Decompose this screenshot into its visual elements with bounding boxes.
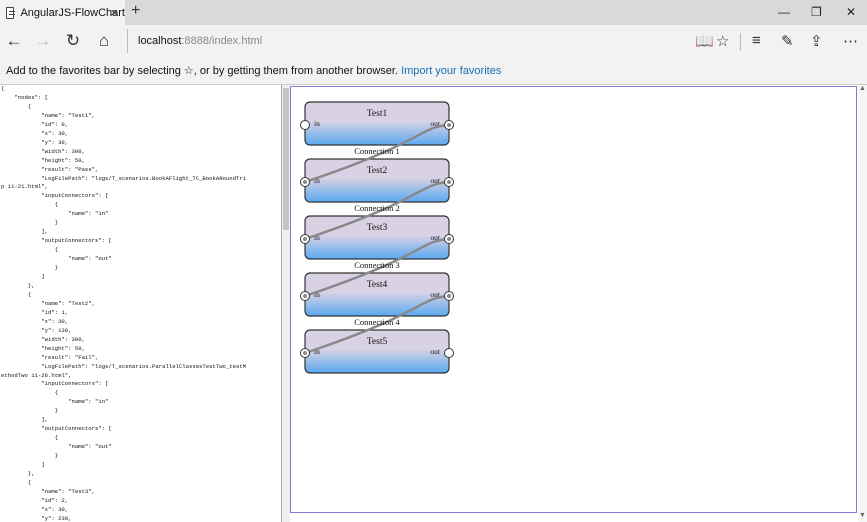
node-title: Test1 <box>367 109 388 119</box>
tab-strip: AngularJS-FlowChart × + — ❐ ✕ <box>0 0 867 25</box>
output-connector-dot <box>447 237 451 241</box>
input-connector-dot <box>303 294 307 298</box>
address-path: :8888/index.html <box>181 35 263 47</box>
favorites-bar: Add to the favorites bar by selecting ☆,… <box>0 58 867 85</box>
page-icon <box>6 6 16 19</box>
output-connector-dot <box>447 123 451 127</box>
flowchart-node[interactable]: Test2in out <box>304 158 450 203</box>
flowchart-svg: Test1 in out Test2in out Test3in out Test4in out… <box>300 101 454 374</box>
input-label: in <box>314 119 320 128</box>
node-title: Test5 <box>367 337 388 347</box>
flowchart-node[interactable]: Test4in out <box>304 272 450 317</box>
json-text: { "nodes": [ { "name": "Test1", "id": 0,… <box>1 85 247 522</box>
flowchart-node[interactable]: Test1in out <box>304 101 450 146</box>
tab-title: AngularJS-FlowChart <box>20 6 125 19</box>
connection-label: Connection 1 <box>354 146 400 156</box>
json-editor[interactable]: { "nodes": [ { "name": "Test1", "id": 0,… <box>0 85 282 522</box>
web-note-icon[interactable]: ✎ <box>781 32 794 50</box>
input-connector-dot <box>303 237 307 241</box>
json-scrollbar[interactable] <box>282 85 290 522</box>
node-title: Test4 <box>367 280 388 290</box>
flowchart-node[interactable]: Test5in out <box>304 329 450 374</box>
scroll-down-icon[interactable]: ▼ <box>859 512 866 519</box>
browser-tab[interactable]: AngularJS-FlowChart × <box>0 0 125 25</box>
output-connector-dot <box>447 180 451 184</box>
toolbar-divider <box>740 33 741 51</box>
favorites-message: Add to the favorites bar by selecting ☆,… <box>6 65 399 77</box>
more-icon[interactable]: ⋯ <box>843 32 858 50</box>
address-host: localhost <box>138 35 182 47</box>
close-window-button[interactable]: ✕ <box>846 5 856 19</box>
flowchart-canvas[interactable]: Test1 in out Test2 in out Test3 in out Test4 in out… <box>290 86 857 513</box>
nodes-layer: Test1 in out Test2in out Test3in out Test4in out… <box>304 101 450 374</box>
input-connector[interactable] <box>300 120 310 130</box>
import-favorites-link[interactable]: Import your favorites <box>401 65 501 77</box>
reading-view-icon[interactable]: 📖 <box>695 32 714 50</box>
node-title: Test2 <box>367 166 388 176</box>
flowchart-node[interactable]: Test3in out <box>304 215 450 260</box>
address-field[interactable]: localhost:8888/index.html <box>127 29 687 53</box>
navigation-bar: ← → ↻ ⌂ localhost:8888/index.html 📖 ☆ ≡ … <box>0 25 867 58</box>
connection-label: Connection 4 <box>354 317 400 327</box>
page-scrollbar[interactable]: ▲ ▼ <box>858 85 867 522</box>
new-tab-button[interactable]: + <box>131 2 140 20</box>
connection-label: Connection 3 <box>354 260 400 270</box>
connection-label: Connection 2 <box>354 203 400 213</box>
minimize-button[interactable]: — <box>778 5 790 19</box>
home-icon[interactable]: ⌂ <box>94 31 114 51</box>
forward-icon[interactable]: → <box>33 31 53 51</box>
node-title: Test3 <box>367 223 388 233</box>
favorite-star-icon[interactable]: ☆ <box>716 32 729 50</box>
restore-button[interactable]: ❐ <box>811 5 822 19</box>
refresh-icon[interactable]: ↻ <box>63 31 83 51</box>
tab-close-icon[interactable]: × <box>110 5 118 20</box>
share-icon[interactable]: ⇪ <box>810 32 823 50</box>
scroll-up-icon[interactable]: ▲ <box>859 85 866 92</box>
output-connector[interactable] <box>444 348 454 358</box>
output-label: out <box>430 347 441 356</box>
output-connector-dot <box>447 294 451 298</box>
input-connector-dot <box>303 351 307 355</box>
back-icon[interactable]: ← <box>4 31 24 51</box>
hub-icon[interactable]: ≡ <box>752 32 761 49</box>
input-connector-dot <box>303 180 307 184</box>
scrollbar-thumb[interactable] <box>283 88 289 230</box>
